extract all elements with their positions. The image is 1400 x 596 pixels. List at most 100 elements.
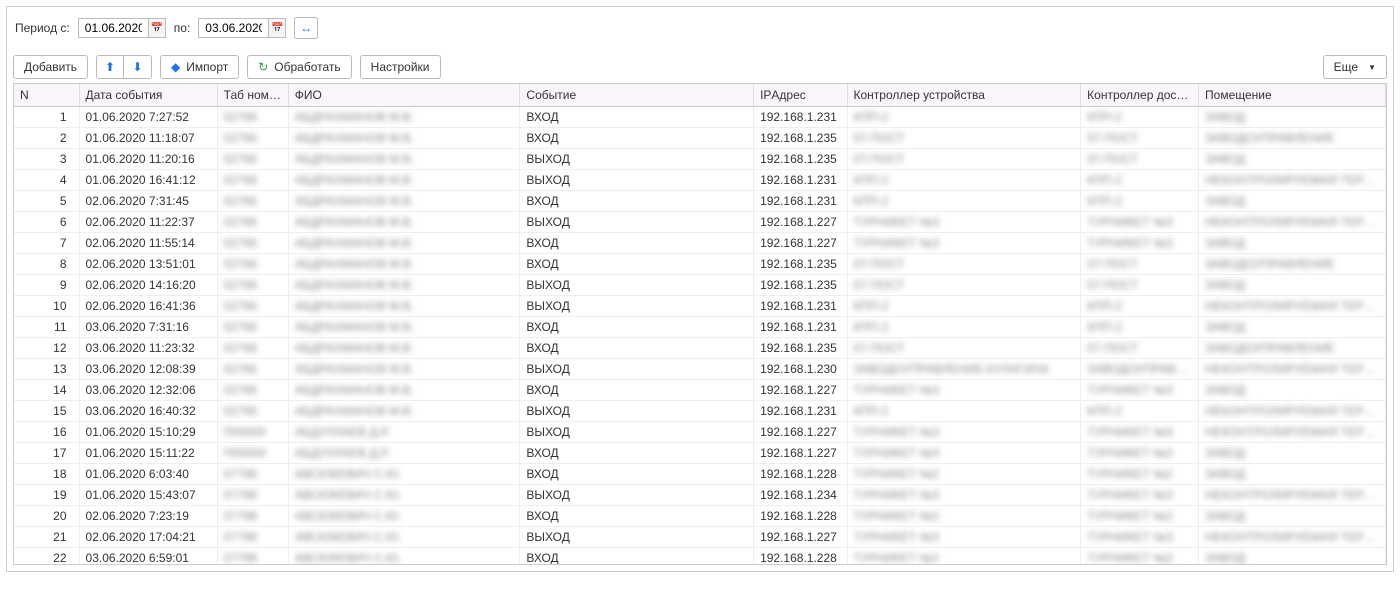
cell-ip: 192.168.1.227 [754,233,847,254]
cell-tab: 02766 [217,128,288,149]
cell-event: ВХОД [520,233,754,254]
table-scroll[interactable]: N Дата события Таб номер ФИО Событие IPА… [14,84,1386,564]
cell-n: 9 [14,275,79,296]
cell-device: ТУРНИКЕТ №3 [847,380,1081,401]
cell-event: ВХОД [520,254,754,275]
date-to-input[interactable] [198,18,268,38]
col-room[interactable]: Помещение [1199,84,1386,107]
cell-device: ТУРНИКЕТ №3 [847,527,1081,548]
add-button[interactable]: Добавить [13,55,88,79]
table-row[interactable]: 702.06.2020 11:55:1402766АБДРАХМАНОВ М.В… [14,233,1386,254]
table-row[interactable]: 1203.06.2020 11:23:3202766АБДРАХМАНОВ М.… [14,338,1386,359]
cell-ip: 192.168.1.227 [754,212,847,233]
cell-fio: АВСЮКЕВИЧ С.Ю. [288,527,520,548]
cell-n: 17 [14,443,79,464]
table-row[interactable]: 2203.06.2020 6:59:0107798АВСЮКЕВИЧ С.Ю.В… [14,548,1386,565]
date-from-wrap: 📅 [78,18,166,38]
cell-n: 14 [14,380,79,401]
table-row[interactable]: 802.06.2020 13:51:0102766АБДРАХМАНОВ М.В… [14,254,1386,275]
cell-fio: АБДРАХМАНОВ М.В. [288,107,520,128]
table-row[interactable]: 502.06.2020 7:31:4502766АБДРАХМАНОВ М.В.… [14,191,1386,212]
table-row[interactable]: 1601.06.2020 15:10:29П00000АБДУЛЛАЕВ Д.Р… [14,422,1386,443]
table-row[interactable]: 902.06.2020 14:16:2002766АБДРАХМАНОВ М.В… [14,275,1386,296]
col-event[interactable]: Событие [520,84,754,107]
cell-event: ВХОД [520,191,754,212]
col-date[interactable]: Дата события [79,84,217,107]
table-row[interactable]: 1403.06.2020 12:32:0602766АБДРАХМАНОВ М.… [14,380,1386,401]
cell-fio: АВСЮКЕВИЧ С.Ю. [288,464,520,485]
table-row[interactable]: 1103.06.2020 7:31:1602766АБДРАХМАНОВ М.В… [14,317,1386,338]
cell-tab: 02766 [217,107,288,128]
cell-room: НЕКОНТРОЛИРУЕМАЯ ТЕРРИТО... [1199,422,1386,443]
cell-fio: АБДРАХМАНОВ М.В. [288,338,520,359]
cell-room: НЕКОНТРОЛИРУЕМАЯ ТЕРРИТО... [1199,296,1386,317]
table-row[interactable]: 2002.06.2020 7:23:1907798АВСЮКЕВИЧ С.Ю.В… [14,506,1386,527]
cell-event: ВЫХОД [520,485,754,506]
cell-access: 07-ПОСТ [1081,128,1199,149]
cell-event: ВЫХОД [520,170,754,191]
cell-access: ТУРНИКЕТ №3 [1081,422,1199,443]
cell-n: 2 [14,128,79,149]
table-row[interactable]: 1503.06.2020 16:40:3202766АБДРАХМАНОВ М.… [14,401,1386,422]
settings-button[interactable]: Настройки [360,55,441,79]
cell-n: 19 [14,485,79,506]
cell-fio: АВСЮКЕВИЧ С.Ю. [288,506,520,527]
table-row[interactable]: 1303.06.2020 12:08:3902766АБДРАХМАНОВ М.… [14,359,1386,380]
table-row[interactable]: 201.06.2020 11:18:0702766АБДРАХМАНОВ М.В… [14,128,1386,149]
expand-range-button[interactable]: ↔ [294,17,318,39]
more-button[interactable]: Еще ▼ [1323,55,1387,79]
table-row[interactable]: 101.06.2020 7:27:5202766АБДРАХМАНОВ М.В.… [14,107,1386,128]
cell-room: ЗАВОД [1199,107,1386,128]
calendar-icon[interactable]: 📅 [268,18,286,38]
cell-date: 02.06.2020 7:23:19 [79,506,217,527]
cell-date: 01.06.2020 6:03:40 [79,464,217,485]
cell-ip: 192.168.1.235 [754,338,847,359]
cell-n: 18 [14,464,79,485]
table-row[interactable]: 1901.06.2020 15:43:0707798АВСЮКЕВИЧ С.Ю.… [14,485,1386,506]
cell-fio: АБДРАХМАНОВ М.В. [288,380,520,401]
table-row[interactable]: 602.06.2020 11:22:3702766АБДРАХМАНОВ М.В… [14,212,1386,233]
table-row[interactable]: 301.06.2020 11:20:1602766АБДРАХМАНОВ М.В… [14,149,1386,170]
table-row[interactable]: 1701.06.2020 15:11:22П00000АБДУЛЛАЕВ Д.Р… [14,443,1386,464]
cell-n: 20 [14,506,79,527]
cell-event: ВЫХОД [520,527,754,548]
cell-device: 07-ПОСТ [847,128,1081,149]
cell-ip: 192.168.1.230 [754,359,847,380]
process-button[interactable]: ↻ Обработать [247,55,351,79]
table-row[interactable]: 1002.06.2020 16:41:3602766АБДРАХМАНОВ М.… [14,296,1386,317]
cell-ip: 192.168.1.228 [754,548,847,565]
cell-device: ТУРНИКЕТ №3 [847,485,1081,506]
col-access[interactable]: Контроллер доступа [1081,84,1199,107]
cell-tab: 02766 [217,317,288,338]
cell-device: ТУРНИКЕТ №3 [847,422,1081,443]
cell-event: ВЫХОД [520,422,754,443]
refresh-icon: ↻ [258,60,268,74]
cell-device: ЗАВОДОУПРАВЛЕНИЕ-КУЛАГИНА [847,359,1081,380]
cell-room: ЗАВОДОУПРАВЛЕНИЕ [1199,128,1386,149]
col-ip[interactable]: IPАдрес [754,84,847,107]
col-n[interactable]: N [14,84,79,107]
move-up-button[interactable]: ⬆ [96,55,124,79]
move-down-button[interactable]: ⬇ [124,55,152,79]
table-row[interactable]: 401.06.2020 16:41:1202766АБДРАХМАНОВ М.В… [14,170,1386,191]
import-button[interactable]: ◆ Импорт [160,55,239,79]
cell-access: КПП-2 [1081,107,1199,128]
cell-room: НЕКОНТРОЛИРУЕМАЯ ТЕРРИТО... [1199,170,1386,191]
cell-ip: 192.168.1.227 [754,527,847,548]
cell-device: 07-ПОСТ [847,254,1081,275]
import-icon: ◆ [171,60,180,74]
col-tab[interactable]: Таб номер [217,84,288,107]
date-from-input[interactable] [78,18,148,38]
cell-n: 21 [14,527,79,548]
cell-event: ВХОД [520,506,754,527]
table-row[interactable]: 2102.06.2020 17:04:2107798АВСЮКЕВИЧ С.Ю.… [14,527,1386,548]
cell-n: 22 [14,548,79,565]
table-row[interactable]: 1801.06.2020 6:03:4007798АВСЮКЕВИЧ С.Ю.В… [14,464,1386,485]
cell-access: ТУРНИКЕТ №3 [1081,380,1199,401]
cell-event: ВХОД [520,128,754,149]
calendar-icon[interactable]: 📅 [148,18,166,38]
col-fio[interactable]: ФИО [288,84,520,107]
cell-access: КПП-2 [1081,191,1199,212]
cell-fio: АБДРАХМАНОВ М.В. [288,359,520,380]
col-device[interactable]: Контроллер устройства [847,84,1081,107]
